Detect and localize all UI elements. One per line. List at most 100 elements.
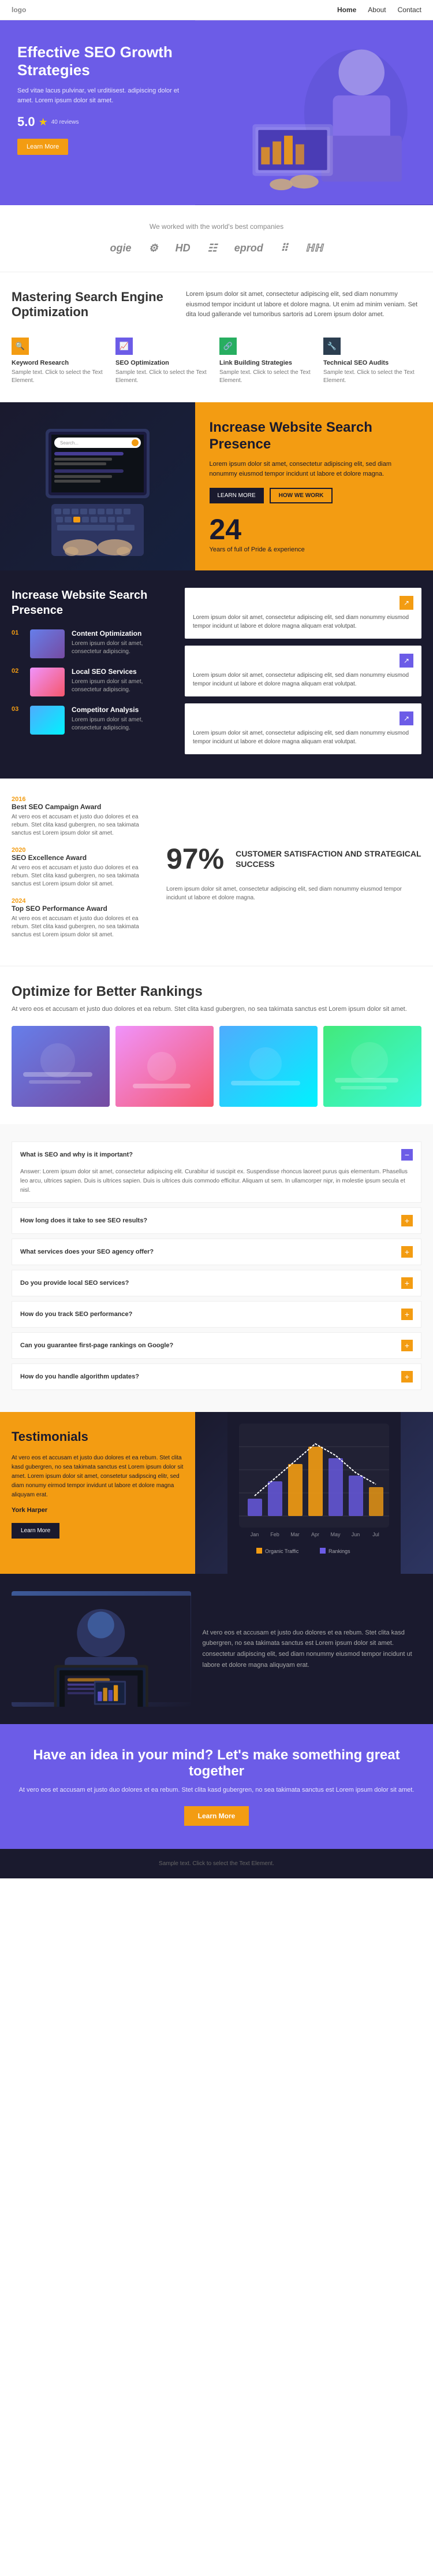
service-text-1: Content Optimization Lorem ipsum dolor s… <box>72 629 162 656</box>
percent-number: 97% <box>166 842 224 876</box>
nav-home[interactable]: Home <box>337 6 356 14</box>
service-arrow-2[interactable]: ↗ <box>400 654 413 668</box>
services-title: Increase Website Search Presence <box>12 588 162 618</box>
faq-question-5[interactable]: How do you track SEO performance? + <box>12 1302 421 1327</box>
awards-right: 97% CUSTOMER SATISFACTION AND STRATEGICA… <box>166 796 421 948</box>
dark-person-image <box>12 1591 191 1707</box>
banner-buttons: LEARN MORE HOW WE WORK <box>210 488 419 503</box>
mcard-keyword-title: Keyword Research <box>12 359 110 366</box>
service-title-3: Competitor Analysis <box>72 706 162 714</box>
rating-score: 5.0 <box>17 114 35 129</box>
footer-copyright: Sample text. Click to select the Text El… <box>12 1860 421 1867</box>
cta-button[interactable]: Learn More <box>184 1806 249 1826</box>
service-desc-2: Lorem ipsum dolor sit amet, consectetur … <box>72 678 162 694</box>
faq-toggle-5: + <box>401 1309 413 1320</box>
services-left: Increase Website Search Presence 01 Cont… <box>0 570 173 779</box>
faq-toggle-4: + <box>401 1277 413 1289</box>
partners-title: We worked with the world's best companie… <box>12 223 421 231</box>
service-desc-3: Lorem ipsum dolor sit amet, consectetur … <box>72 716 162 732</box>
partners-section: We worked with the world's best companie… <box>0 205 433 272</box>
testimonials-cta-button[interactable]: Learn More <box>12 1523 59 1539</box>
faq-question-1[interactable]: What is SEO and why is it important? − <box>12 1142 421 1167</box>
faq-item-6: Can you guarantee first-page rankings on… <box>12 1332 421 1359</box>
service-item-2: 02 Local SEO Services Lorem ipsum dolor … <box>12 668 162 696</box>
faq-question-text-4: Do you provide local SEO services? <box>20 1280 129 1287</box>
tech-icon: 🔧 <box>323 338 341 355</box>
faq-item-3: What services does your SEO agency offer… <box>12 1239 421 1265</box>
partner-eprod: eprod <box>234 242 263 254</box>
nav-links: Home About Contact <box>337 6 421 14</box>
award-title-1: Best SEO Campaign Award <box>12 803 149 811</box>
hero-content: Effective SEO Growth Strategies Sed vita… <box>0 20 195 205</box>
testimonials-left: Testimonials At vero eos et accusam et j… <box>0 1412 195 1574</box>
award-desc-1: At vero eos et accusam et justo duo dolo… <box>12 813 149 837</box>
site-footer: Sample text. Click to select the Text El… <box>0 1849 433 1878</box>
faq-question-3[interactable]: What services does your SEO agency offer… <box>12 1239 421 1265</box>
optimize-img-4 <box>323 1026 421 1107</box>
faq-item-1: What is SEO and why is it important? − A… <box>12 1141 421 1203</box>
percent-desc: Lorem ipsum dolor sit amet, consectetur … <box>166 885 421 902</box>
seo-icon: 📈 <box>115 338 133 355</box>
nav-about[interactable]: About <box>368 6 386 14</box>
partner-math: ℍℍ <box>305 242 323 254</box>
search-visual-container: Search... <box>0 402 195 571</box>
dark-section-text: At vero eos et accusam et justo duo dolo… <box>203 1628 422 1671</box>
service-text-3: Competitor Analysis Lorem ipsum dolor si… <box>72 706 162 732</box>
increase-banner-desc: Lorem ipsum dolor sit amet, consectetur … <box>210 459 419 479</box>
service-arrow-1[interactable]: ↗ <box>400 596 413 610</box>
increase-banner-image: Search... <box>0 402 195 571</box>
faq-question-6[interactable]: Can you guarantee first-page rankings on… <box>12 1333 421 1358</box>
service-card-3: ↗ Lorem ipsum dolor sit amet, consectetu… <box>185 703 421 754</box>
service-img-3 <box>30 706 65 735</box>
hero-person-image <box>195 20 433 205</box>
service-img-2 <box>30 668 65 696</box>
increase-banner-content: Increase Website Search Presence Lorem i… <box>195 402 433 571</box>
faq-item-7: How do you handle algorithm updates? + <box>12 1363 421 1390</box>
keyword-icon: 🔍 <box>12 338 29 355</box>
mcard-seo: 📈 SEO Optimization Sample text. Click to… <box>115 338 214 385</box>
award-year-1: 2016 <box>12 796 149 803</box>
mcard-tech-desc: Sample text. Click to select the Text El… <box>323 369 421 385</box>
svg-text:Mar: Mar <box>290 1532 300 1537</box>
service-title-2: Local SEO Services <box>72 668 162 676</box>
mastering-desc: Lorem ipsum dolor sit amet, consectetur … <box>186 290 421 320</box>
partner-dots: ⠿ <box>281 242 288 254</box>
service-card-desc-3: Lorem ipsum dolor sit amet, consectetur … <box>193 729 413 746</box>
increase-banner-section: Search... <box>0 402 433 571</box>
faq-question-4[interactable]: Do you provide local SEO services? + <box>12 1270 421 1296</box>
service-item-3: 03 Competitor Analysis Lorem ipsum dolor… <box>12 706 162 735</box>
nav-contact[interactable]: Contact <box>398 6 421 14</box>
faq-question-text-2: How long does it take to see SEO results… <box>20 1217 147 1224</box>
mcard-link-desc: Sample text. Click to select the Text El… <box>219 369 318 385</box>
award-1: 2016 Best SEO Campaign Award At vero eos… <box>12 796 149 837</box>
mcard-link: 🔗 Link Building Strategies Sample text. … <box>219 338 318 385</box>
learn-more-button[interactable]: LEARN MORE <box>210 488 264 503</box>
dark-section: At vero eos et accusam et justo duo dolo… <box>0 1574 433 1724</box>
service-arrow-3[interactable]: ↗ <box>400 711 413 725</box>
mastering-title: Mastering Search Engine Optimization <box>12 290 169 320</box>
award-title-3: Top SEO Performance Award <box>12 905 149 913</box>
testimonial-author: York Harper <box>12 1507 184 1514</box>
award-year-3: 2024 <box>12 898 149 905</box>
faq-question-2[interactable]: How long does it take to see SEO results… <box>12 1208 421 1233</box>
faq-question-text-5: How do you track SEO performance? <box>20 1311 132 1318</box>
testimonial-text: At vero eos et accusam et justo duo dolo… <box>12 1454 184 1500</box>
link-icon: 🔗 <box>219 338 237 355</box>
mastering-cards: 🔍 Keyword Research Sample text. Click to… <box>12 338 421 385</box>
testimonials-chart: Jan Feb Mar Apr May Jun Jul Organic Traf… <box>195 1412 433 1574</box>
faq-toggle-6: + <box>401 1340 413 1351</box>
hero-rating: 5.0 ★ 40 reviews <box>17 114 184 129</box>
service-card-2: ↗ Lorem ipsum dolor sit amet, consectetu… <box>185 646 421 696</box>
cta-section: Have an idea in your mind? Let's make so… <box>0 1724 433 1849</box>
service-num-3: 03 <box>12 706 23 713</box>
hero-title: Effective SEO Growth Strategies <box>17 43 184 79</box>
faq-question-7[interactable]: How do you handle algorithm updates? + <box>12 1364 421 1389</box>
how-we-work-button[interactable]: HOW WE WORK <box>270 488 333 503</box>
svg-text:Organic Traffic: Organic Traffic <box>265 1548 299 1554</box>
mcard-seo-desc: Sample text. Click to select the Text El… <box>115 369 214 385</box>
dark-section-inner: At vero eos et accusam et justo duo dolo… <box>12 1591 421 1707</box>
faq-question-text-3: What services does your SEO agency offer… <box>20 1248 154 1255</box>
optimize-title: Optimize for Better Rankings <box>12 984 421 1000</box>
percent-display: 97% CUSTOMER SATISFACTION AND STRATEGICA… <box>166 842 421 876</box>
hero-cta-button[interactable]: Learn More <box>17 139 68 155</box>
